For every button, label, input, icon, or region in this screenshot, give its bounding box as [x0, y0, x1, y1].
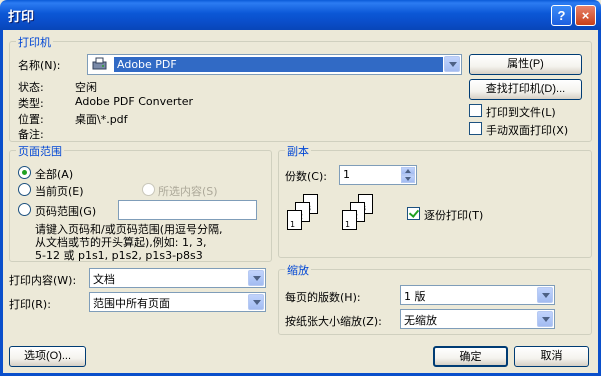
scale-value: 无缩放 [404, 314, 437, 327]
print-option-value: 范围中所有页面 [93, 297, 170, 310]
range-selection-label: 所选内容(S) [158, 185, 218, 198]
properties-button[interactable]: 属性(P) [469, 54, 582, 75]
chevron-down-icon[interactable] [248, 270, 264, 286]
page-range-group-label: 页面范围 [16, 143, 64, 159]
range-pages-radio[interactable] [18, 203, 31, 216]
copies-group-label: 副本 [285, 143, 311, 159]
ok-button[interactable]: 确定 [433, 346, 508, 367]
pages-per-sheet-label: 每页的版数(H): [285, 291, 361, 304]
printer-name-label: 名称(N): [18, 59, 61, 72]
chevron-down-icon[interactable] [537, 287, 553, 303]
printer-name-value: Adobe PDF [114, 57, 443, 72]
print-what-select[interactable]: 文档 [89, 268, 266, 288]
print-option-label: 打印(R): [9, 298, 51, 311]
cancel-button[interactable]: 取消 [514, 346, 589, 367]
range-pages-label: 页码范围(G) [35, 205, 97, 218]
uncollated-pages-icon: 3 2 1 [287, 190, 327, 238]
chevron-down-icon[interactable] [248, 294, 264, 310]
range-all-label: 全部(A) [35, 168, 74, 181]
range-current-radio[interactable] [18, 183, 31, 196]
printer-name-select[interactable]: Adobe PDF [87, 54, 462, 75]
print-option-select[interactable]: 范围中所有页面 [89, 292, 266, 312]
print-to-file-label: 打印到文件(L) [486, 106, 556, 119]
type-value: Adobe PDF Converter [75, 95, 194, 108]
close-button[interactable]: × [575, 5, 596, 26]
copies-count-value: 1 [343, 168, 350, 181]
manual-duplex-checkbox[interactable] [469, 122, 482, 135]
where-label: 位置: [18, 113, 44, 126]
collate-checkbox[interactable] [407, 207, 420, 220]
chevron-down-icon[interactable] [537, 311, 553, 327]
copies-count-spinner[interactable]: 1 [339, 165, 417, 185]
options-button[interactable]: 选项(O)... [9, 346, 86, 367]
where-value: 桌面\*.pdf [75, 113, 128, 126]
status-label: 状态: [18, 81, 44, 94]
manual-duplex-label: 手动双面打印(X) [486, 124, 569, 137]
find-printer-button[interactable]: 查找打印机(D)... [469, 79, 582, 100]
print-to-file-checkbox[interactable] [469, 104, 482, 117]
status-value: 空闲 [75, 81, 97, 94]
chevron-down-icon[interactable] [444, 56, 460, 72]
print-what-value: 文档 [93, 273, 115, 286]
range-current-label: 当前页(E) [35, 185, 84, 198]
zoom-group-label: 缩放 [285, 262, 311, 278]
scale-label: 按纸张大小缩放(Z): [285, 315, 382, 328]
range-all-radio[interactable] [18, 166, 31, 179]
pages-per-sheet-value: 1 版 [404, 290, 426, 303]
collate-label: 逐份打印(T) [424, 209, 484, 222]
scale-select[interactable]: 无缩放 [400, 309, 555, 329]
printer-icon [91, 57, 109, 72]
collated-pages-icon: 3 2 1 [342, 190, 382, 238]
print-what-label: 打印内容(W): [9, 274, 77, 287]
comment-label: 备注: [18, 128, 44, 141]
printer-group-label: 打印机 [16, 34, 53, 50]
type-label: 类型: [18, 97, 44, 110]
range-selection-radio[interactable] [142, 183, 155, 196]
spinner-arrows-icon[interactable] [401, 167, 415, 183]
window-title: 打印 [8, 9, 35, 24]
help-button[interactable]: ? [551, 5, 572, 26]
copies-count-label: 份数(C): [285, 170, 327, 183]
title-bar: 打印 ? × [0, 0, 601, 30]
range-hint-line3: 5-12 或 p1s1, p1s2, p1s3-p8s3 [35, 249, 203, 262]
pages-per-sheet-select[interactable]: 1 版 [400, 285, 555, 305]
page-range-input[interactable] [118, 200, 257, 220]
